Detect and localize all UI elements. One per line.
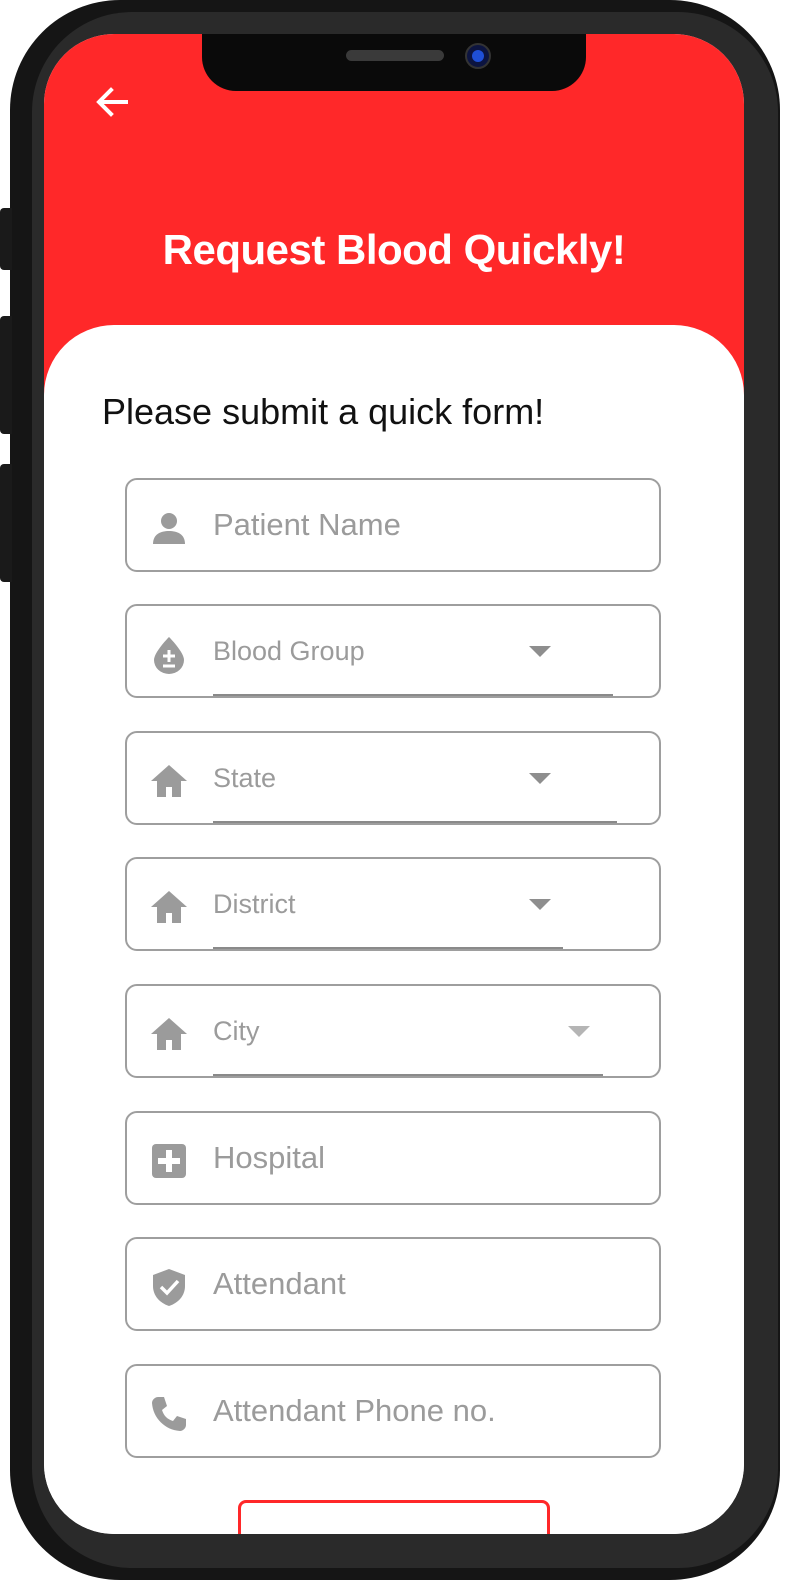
city-dropdown[interactable]: City [125, 984, 661, 1078]
district-dropdown[interactable]: District [125, 857, 661, 951]
mute-switch [0, 208, 12, 270]
attendant-placeholder: Attendant [213, 1266, 346, 1301]
state-dropdown[interactable]: State [125, 731, 661, 825]
attendant-phone-placeholder: Attendant Phone no. [213, 1393, 496, 1428]
dropdown-underline [213, 821, 617, 823]
dropdown-underline [213, 947, 563, 949]
front-camera [465, 43, 491, 69]
hospital-field[interactable]: Hospital [125, 1111, 661, 1205]
chevron-down-icon [568, 1026, 590, 1037]
patient-name-placeholder: Patient Name [213, 507, 401, 542]
form-subtitle: Please submit a quick form! [102, 391, 545, 432]
shield-check-icon [149, 1267, 189, 1307]
district-placeholder: District [213, 889, 296, 919]
state-placeholder: State [213, 763, 277, 793]
person-icon [149, 508, 189, 548]
dropdown-underline [213, 694, 613, 696]
volume-down-button [0, 464, 12, 582]
chevron-down-icon [529, 899, 551, 910]
arrow-left-icon [96, 87, 128, 117]
home-icon [149, 761, 189, 801]
app-screen: Request Blood Quickly! Please submit a q… [44, 34, 744, 1534]
blood-drop-icon [149, 634, 189, 674]
speaker-grille [346, 50, 444, 61]
back-button[interactable] [88, 78, 136, 126]
volume-up-button [0, 316, 12, 434]
phone-notch [202, 34, 586, 91]
home-icon [149, 887, 189, 927]
blood-group-placeholder: Blood Group [213, 636, 365, 666]
page-title: Request Blood Quickly! [162, 226, 626, 273]
chevron-down-icon [529, 773, 551, 784]
attendant-phone-field[interactable]: Attendant Phone no. [125, 1364, 661, 1458]
city-placeholder: City [213, 1016, 260, 1046]
chevron-down-icon [529, 646, 551, 657]
dropdown-underline [213, 1074, 603, 1076]
home-icon [149, 1014, 189, 1054]
blood-group-dropdown[interactable]: Blood Group [125, 604, 661, 698]
patient-name-field[interactable]: Patient Name [125, 478, 661, 572]
attendant-field[interactable]: Attendant [125, 1237, 661, 1331]
hospital-placeholder: Hospital [213, 1140, 325, 1175]
submit-button[interactable] [238, 1500, 550, 1534]
phone-icon [149, 1394, 189, 1434]
medical-cross-icon [149, 1141, 189, 1181]
